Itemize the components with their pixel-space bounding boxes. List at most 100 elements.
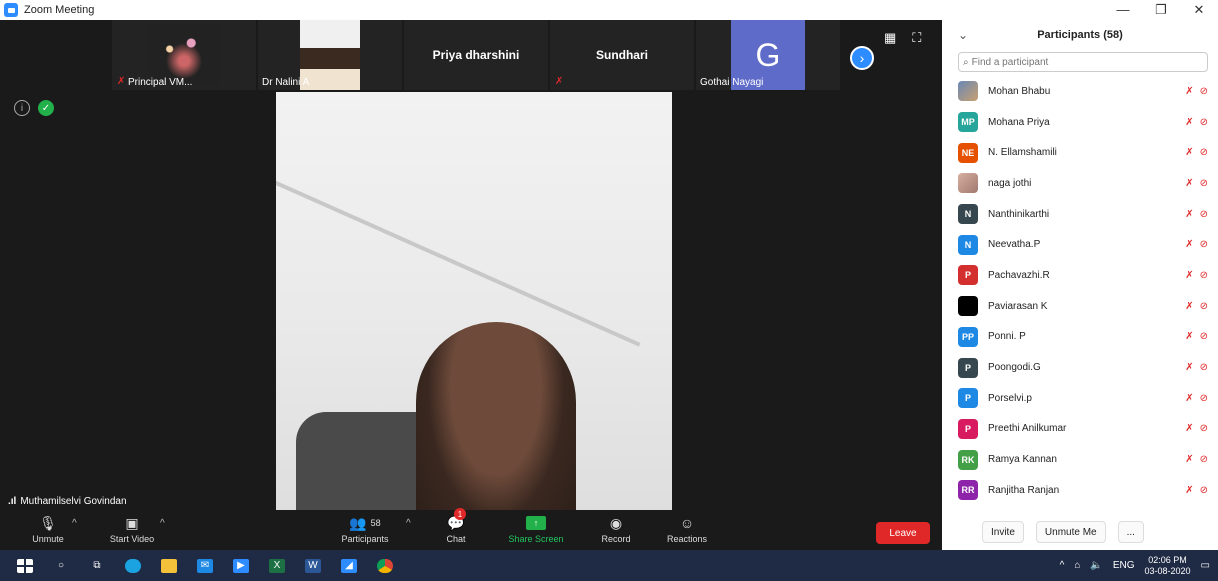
close-button[interactable]: ✕ [1180, 0, 1218, 20]
search-button[interactable]: ○ [46, 550, 76, 581]
record-icon: ◉ [609, 514, 623, 531]
avatar: N [958, 234, 978, 255]
reactions-button[interactable]: ☺ Reactions [662, 512, 712, 544]
network-icon[interactable]: ⌂ [1074, 560, 1080, 571]
participant-row[interactable]: P Preethi Anilkumar ✗ ⊘ [942, 414, 1218, 445]
collapse-chevron-icon[interactable]: ⌄ [958, 28, 968, 42]
restore-button[interactable]: ❐ [1142, 0, 1180, 20]
fullscreen-icon[interactable]: ⛶ [912, 30, 921, 46]
record-label: Record [601, 534, 631, 544]
participant-row[interactable]: RK Ramya Kannan ✗ ⊘ [942, 444, 1218, 475]
avatar: P [958, 357, 978, 378]
participant-row[interactable]: N Neevatha.P ✗ ⊘ [942, 229, 1218, 260]
participants-panel: ⌄ Participants (58) ⌕ Mohan Bhabu✗⊘MPMoh… [942, 20, 1218, 550]
participants-chevron-icon[interactable]: ^ [406, 518, 411, 529]
participant-search[interactable]: ⌕ [958, 52, 1208, 72]
video-tile[interactable]: G Gothai Nayagi [696, 20, 840, 90]
participant-row[interactable]: N Nanthinikarthi ✗ ⊘ [942, 199, 1218, 230]
mic-muted-icon: ✗ [1185, 208, 1194, 220]
invite-button[interactable]: Invite [982, 521, 1024, 543]
search-input[interactable] [971, 56, 1192, 68]
window-controls: — ❐ ✕ [1104, 0, 1218, 20]
edge-button[interactable] [118, 550, 148, 581]
audio-options-chevron-icon[interactable]: ^ [72, 518, 77, 529]
unmute-me-button[interactable]: Unmute Me [1035, 521, 1106, 543]
unmute-label: Unmute [32, 534, 64, 544]
mic-muted-icon: ✗ [1185, 423, 1194, 435]
task-view-button[interactable]: ⧉ [82, 550, 112, 581]
start-button[interactable] [10, 550, 40, 581]
maps-button[interactable]: ◢ [334, 550, 364, 581]
participant-name: naga jothi [988, 177, 1032, 189]
volume-icon[interactable]: 🔈 [1090, 560, 1102, 571]
speaker-label: .ıl Muthamilselvi Govindan [8, 496, 127, 507]
mic-muted-icon: ✗ [1185, 300, 1194, 312]
language-indicator[interactable]: ENG [1113, 560, 1135, 571]
participant-name: Pachavazhi.R [988, 269, 1050, 281]
clock[interactable]: 02:06 PM 03-08-2020 [1145, 555, 1191, 577]
zoom-taskbar-button[interactable]: ▶ [226, 550, 256, 581]
participant-row[interactable]: Mohan Bhabu ✗ ⊘ [942, 76, 1218, 107]
participant-status: ✗ ⊘ [1185, 209, 1208, 220]
participant-row[interactable]: P Poongodi.G ✗ ⊘ [942, 352, 1218, 383]
system-tray: ^ ⌂ 🔈 ENG 02:06 PM 03-08-2020 ▭ [1060, 550, 1210, 581]
minimize-button[interactable]: — [1104, 0, 1142, 20]
video-tile[interactable]: Sundhari ✗ [550, 20, 694, 90]
participant-row[interactable]: naga jothi ✗ ⊘ [942, 168, 1218, 199]
video-tile[interactable]: Dr Nalini A [258, 20, 402, 90]
participant-name: Mohana Priya [988, 116, 1050, 128]
participant-status: ✗ ⊘ [1185, 301, 1208, 312]
video-off-icon: ⊘ [1199, 239, 1208, 251]
folder-icon [161, 558, 177, 573]
unmute-button[interactable]: 🎙 Unmute [28, 512, 68, 545]
chat-button[interactable]: 💬 1 Chat [440, 508, 472, 544]
participant-name: Neevatha.P [988, 239, 1041, 251]
video-off-icon: ⊘ [1199, 147, 1208, 159]
chrome-icon [377, 558, 393, 573]
participant-row[interactable]: RR Ranjitha Ranjan ✗ ⊘ [942, 475, 1218, 506]
window-title: Zoom Meeting [24, 4, 95, 16]
notification-icon[interactable]: ▭ [1201, 560, 1210, 571]
next-page-icon[interactable]: › [850, 46, 874, 70]
gallery-view-icon[interactable]: ▦ [884, 30, 896, 46]
mail-icon: ✉ [197, 558, 213, 573]
tile-name: Principal VM... [128, 77, 193, 88]
tile-name: Gothai Nayagi [700, 77, 764, 88]
tray-chevron-icon[interactable]: ^ [1060, 560, 1065, 571]
participants-count: 58 [370, 518, 381, 528]
more-button[interactable]: ... [1117, 521, 1144, 543]
participant-row[interactable]: P Porselvi.p ✗ ⊘ [942, 383, 1218, 414]
mic-muted-icon: ✗ [1185, 392, 1194, 404]
word-icon: W [305, 558, 321, 573]
participant-name: Ranjitha Ranjan [988, 484, 1060, 496]
zoom-icon: ▶ [233, 558, 249, 573]
participant-row[interactable]: P Pachavazhi.R ✗ ⊘ [942, 260, 1218, 291]
participant-row[interactable]: Paviarasan K ✗ ⊘ [942, 291, 1218, 322]
chrome-button[interactable] [370, 550, 400, 581]
share-screen-button[interactable]: ↑ Share Screen [504, 512, 568, 544]
mail-button[interactable]: ✉ [190, 550, 220, 581]
video-tile[interactable]: Priya dharshini [404, 20, 548, 90]
video-tile[interactable]: ✗ Principal VM... [112, 20, 256, 90]
record-button[interactable]: ◉ Record [596, 512, 636, 545]
reactions-icon: ☺ [679, 515, 695, 531]
mic-muted-icon: ✗ [1185, 116, 1194, 128]
leave-button[interactable]: Leave [876, 522, 930, 544]
mic-muted-icon: ✗ [1185, 484, 1194, 496]
participant-status: ✗ ⊘ [1185, 239, 1208, 250]
search-icon: ⌕ [963, 56, 969, 68]
participant-row[interactable]: MP Mohana Priya ✗ ⊘ [942, 107, 1218, 138]
explorer-button[interactable] [154, 550, 184, 581]
panel-header: ⌄ Participants (58) [942, 20, 1218, 50]
participant-status: ✗ ⊘ [1185, 423, 1208, 434]
info-icon[interactable]: i [14, 100, 30, 116]
participant-row[interactable]: NE N. Ellamshamili ✗ ⊘ [942, 137, 1218, 168]
participant-row[interactable]: PP Ponni. P ✗ ⊘ [942, 322, 1218, 353]
excel-button[interactable]: X [262, 550, 292, 581]
shield-icon[interactable]: ✓ [38, 100, 54, 116]
word-button[interactable]: W [298, 550, 328, 581]
start-video-button[interactable]: ▣ Start Video [104, 512, 160, 545]
participants-label: Participants [341, 534, 389, 544]
participants-button[interactable]: 👥 58 Participants [334, 512, 396, 545]
video-options-chevron-icon[interactable]: ^ [160, 518, 165, 529]
